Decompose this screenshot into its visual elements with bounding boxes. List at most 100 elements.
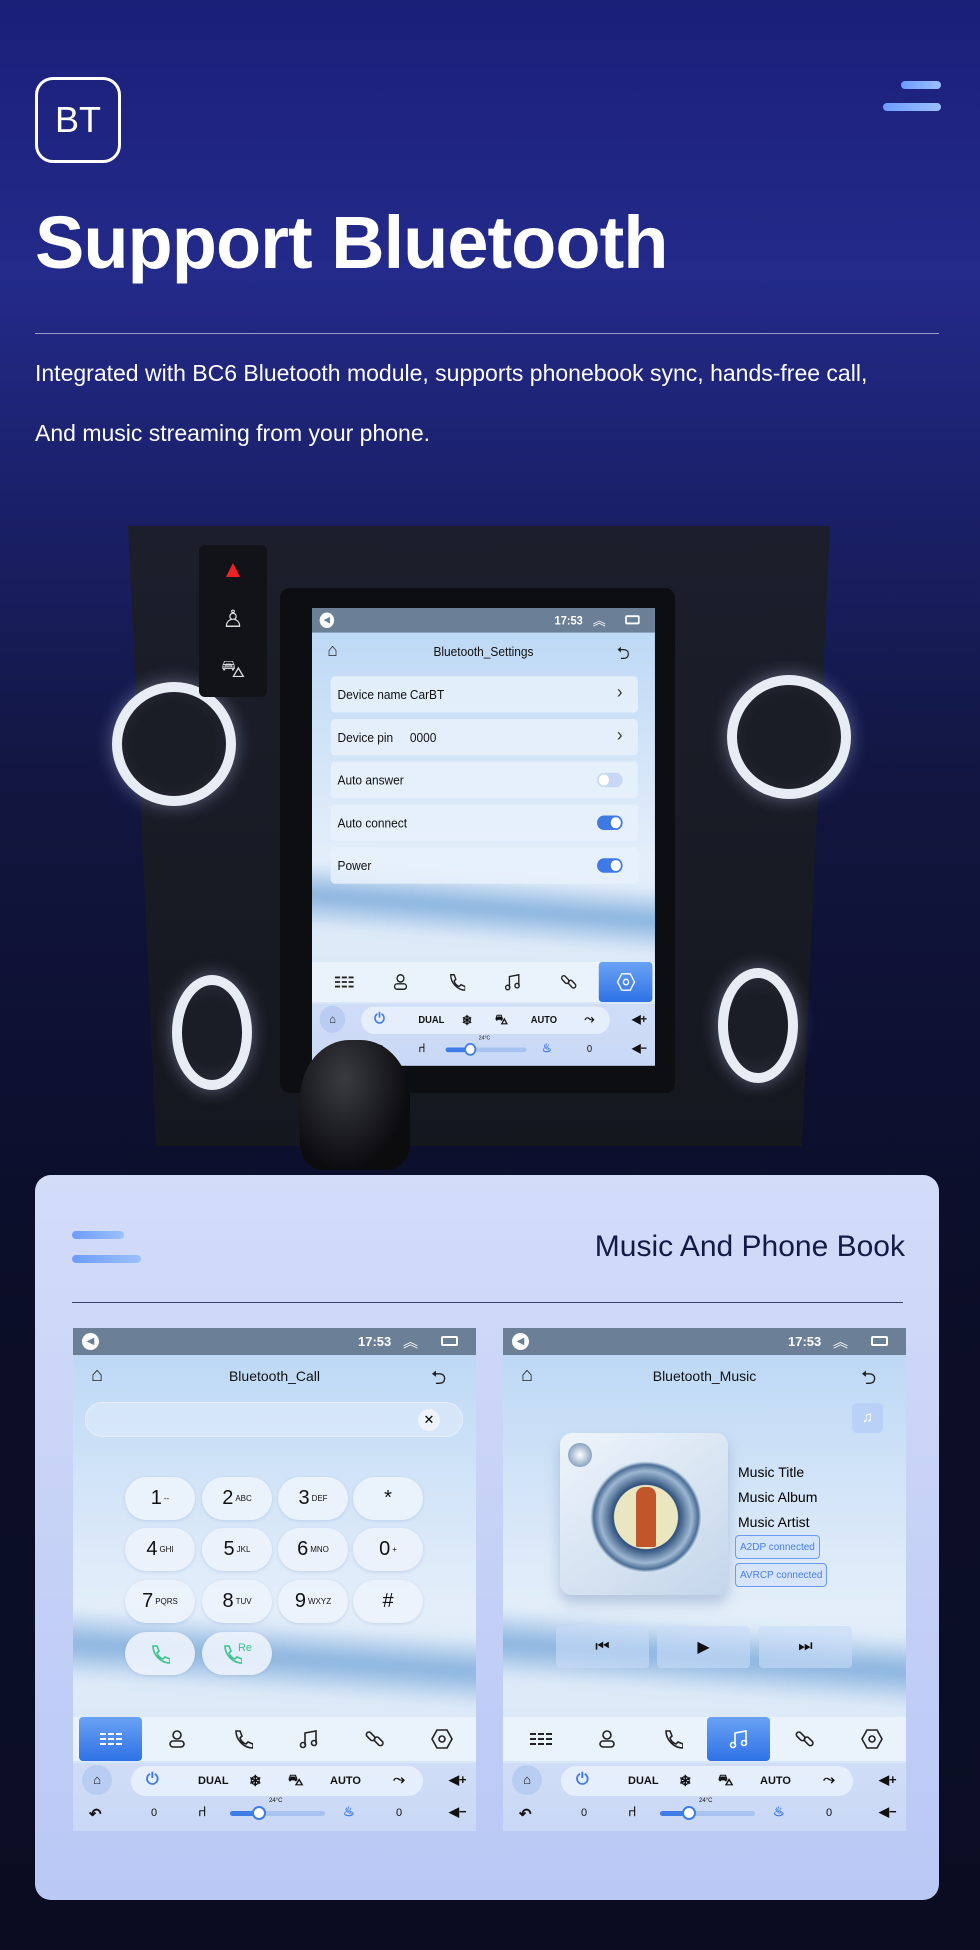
tab-link[interactable]	[343, 1717, 406, 1761]
airflow-seat-icon[interactable]: ⤳	[393, 1771, 405, 1788]
close-icon[interactable]: ✕	[418, 1409, 440, 1431]
back-icon[interactable]: ⮌	[861, 1364, 876, 1396]
next-track-button[interactable]: ⏭	[759, 1626, 852, 1668]
volume-icon[interactable]: ◀	[319, 612, 335, 629]
tab-settings[interactable]	[410, 1717, 473, 1761]
back-icon[interactable]: ⮌	[617, 641, 630, 670]
keypad-key[interactable]: 9 WXYZ	[278, 1580, 348, 1623]
tab-phone[interactable]	[429, 962, 483, 1002]
airflow-seat-icon[interactable]: ⤳	[584, 1011, 594, 1026]
recent-apps-icon[interactable]	[625, 615, 640, 625]
power-icon[interactable]: ⏻	[374, 1011, 385, 1027]
fan-speed-slider[interactable]	[660, 1806, 755, 1820]
expand-up-icon[interactable]: ︽	[833, 1331, 848, 1352]
home-button[interactable]: ⌂	[82, 1765, 112, 1795]
recirculation-car-icon[interactable]: ⛍	[718, 1772, 733, 1791]
power-icon[interactable]: ⏻	[146, 1771, 159, 1789]
play-button[interactable]: ▶	[657, 1626, 750, 1668]
keypad-key[interactable]: 2 ABC	[202, 1477, 272, 1520]
tab-settings[interactable]	[840, 1717, 903, 1761]
seat-icon[interactable]: ⑁	[628, 1803, 636, 1819]
redial-button[interactable]: Re	[202, 1632, 272, 1675]
recirculation-car-icon[interactable]: ⛍	[288, 1772, 303, 1791]
keypad-key[interactable]: 5 JKL	[202, 1528, 272, 1571]
keypad-key[interactable]: 3 DEF	[278, 1477, 348, 1520]
tab-link[interactable]	[542, 962, 596, 1002]
keypad-key[interactable]: 6 MNO	[278, 1528, 348, 1571]
defrost-snow-icon[interactable]: ❄	[249, 1772, 262, 1790]
tab-settings[interactable]	[598, 961, 653, 1003]
fan-knob-icon[interactable]	[251, 1806, 266, 1820]
keypad-key[interactable]: *	[353, 1477, 423, 1520]
keypad-key[interactable]: 7 PQRS	[125, 1580, 195, 1623]
home-button[interactable]: ⌂	[512, 1765, 542, 1795]
seat-heat-icon[interactable]: ♨	[773, 1804, 785, 1820]
keypad-key[interactable]: 4 GHI	[125, 1528, 195, 1571]
expand-up-icon[interactable]: ︽	[593, 611, 606, 630]
airflow-seat-icon[interactable]: ⤳	[823, 1771, 835, 1788]
keypad-key[interactable]: 1 --	[125, 1477, 195, 1520]
keypad-key[interactable]: 8 TUV	[202, 1580, 272, 1623]
settings-row[interactable]: Auto answer	[330, 761, 638, 799]
volume-up-icon[interactable]: ◀+	[879, 1772, 897, 1788]
music-source-icon[interactable]: ♫	[852, 1403, 883, 1433]
dial-number-input[interactable]	[85, 1402, 463, 1437]
toggle-switch[interactable]	[597, 858, 623, 873]
toggle-switch[interactable]	[597, 815, 623, 831]
toggle-switch[interactable]	[597, 772, 623, 788]
back-arrow-icon[interactable]: ↶	[89, 1805, 102, 1823]
recent-apps-icon[interactable]	[871, 1336, 888, 1346]
back-icon[interactable]: ⮌	[431, 1364, 446, 1396]
seat-heat-icon[interactable]: ♨	[542, 1041, 552, 1056]
tab-dialpad[interactable]	[79, 1717, 142, 1761]
tab-phone[interactable]	[641, 1717, 704, 1761]
recent-apps-icon[interactable]	[441, 1336, 458, 1346]
tab-contacts[interactable]	[373, 962, 427, 1002]
keypad-key[interactable]: #	[353, 1580, 423, 1623]
previous-track-button[interactable]: ⏮	[556, 1626, 649, 1668]
power-icon[interactable]: ⏻	[576, 1771, 589, 1789]
chevron-right-icon[interactable]: ›	[617, 725, 623, 746]
volume-icon[interactable]: ◀	[512, 1333, 529, 1350]
volume-up-icon[interactable]: ◀+	[449, 1772, 467, 1788]
volume-up-icon[interactable]: ◀+	[632, 1012, 647, 1027]
home-button[interactable]: ⌂	[319, 1005, 346, 1033]
auto-button[interactable]: AUTO	[531, 1015, 557, 1026]
tab-dialpad[interactable]	[317, 962, 371, 1002]
volume-down-icon[interactable]: ◀−	[449, 1804, 467, 1820]
fan-knob-icon[interactable]	[681, 1806, 696, 1820]
fan-speed-slider[interactable]	[230, 1806, 325, 1820]
expand-up-icon[interactable]: ︽	[403, 1331, 418, 1352]
volume-down-icon[interactable]: ◀−	[879, 1804, 897, 1820]
tab-contacts[interactable]	[145, 1717, 208, 1761]
call-button[interactable]	[125, 1632, 195, 1675]
settings-row[interactable]: Auto connect	[330, 804, 638, 841]
tab-phone[interactable]	[211, 1717, 274, 1761]
auto-button[interactable]: AUTO	[330, 1775, 361, 1787]
dual-button[interactable]: DUAL	[418, 1015, 444, 1026]
seat-heat-icon[interactable]: ♨	[343, 1804, 355, 1820]
settings-row[interactable]: Power	[330, 847, 638, 884]
settings-row[interactable]: Device name CarBT ›	[330, 676, 638, 713]
recirculation-car-icon[interactable]: ⛍	[495, 1012, 508, 1029]
dual-button[interactable]: DUAL	[198, 1775, 229, 1787]
tab-link[interactable]	[773, 1717, 836, 1761]
keypad-key[interactable]: 0 +	[353, 1528, 423, 1571]
seat-icon[interactable]: ⑁	[418, 1040, 425, 1055]
tab-music[interactable]	[486, 962, 540, 1002]
dual-button[interactable]: DUAL	[628, 1775, 659, 1787]
settings-row[interactable]: Device pin 0000 ›	[330, 719, 638, 756]
chevron-right-icon[interactable]: ›	[617, 683, 623, 704]
menu-icon[interactable]	[883, 81, 941, 125]
fan-knob-icon[interactable]	[463, 1042, 476, 1056]
tab-contacts[interactable]	[575, 1717, 638, 1761]
seat-icon[interactable]: ⑁	[198, 1803, 206, 1819]
tab-music[interactable]	[707, 1717, 770, 1761]
back-arrow-icon[interactable]: ↶	[519, 1805, 532, 1823]
defrost-snow-icon[interactable]: ❄	[462, 1012, 473, 1028]
defrost-snow-icon[interactable]: ❄	[679, 1772, 692, 1790]
volume-down-icon[interactable]: ◀−	[632, 1041, 647, 1056]
fan-speed-slider[interactable]	[445, 1042, 527, 1056]
tab-music[interactable]	[277, 1717, 340, 1761]
volume-icon[interactable]: ◀	[82, 1333, 99, 1350]
